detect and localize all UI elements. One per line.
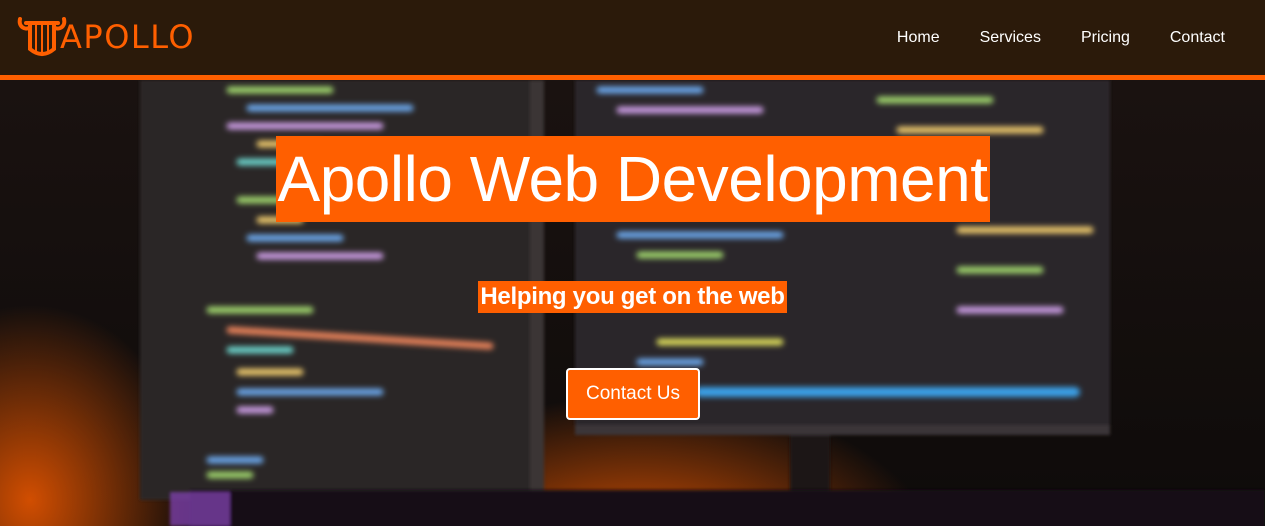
hero-title: Apollo Web Development — [0, 136, 1265, 222]
main-nav: Home Services Pricing Contact — [897, 0, 1265, 75]
nav-item-contact[interactable]: Contact — [1170, 29, 1225, 46]
hero-subtitle: Helping you get on the web — [0, 281, 1265, 313]
contact-us-button[interactable]: Contact Us — [566, 368, 700, 420]
navbar: APOLLO Home Services Pricing Contact — [0, 0, 1265, 80]
nav-item-home[interactable]: Home — [897, 29, 940, 46]
nav-item-pricing[interactable]: Pricing — [1081, 29, 1130, 46]
hero-section: Apollo Web Development Helping you get o… — [0, 80, 1265, 526]
brand-logo-link[interactable]: APOLLO — [16, 12, 195, 62]
brand-name: APOLLO — [60, 18, 196, 56]
hero-title-text: Apollo Web Development — [275, 136, 990, 222]
hero-subtitle-text: Helping you get on the web — [478, 281, 787, 313]
nav-item-services[interactable]: Services — [980, 29, 1041, 46]
